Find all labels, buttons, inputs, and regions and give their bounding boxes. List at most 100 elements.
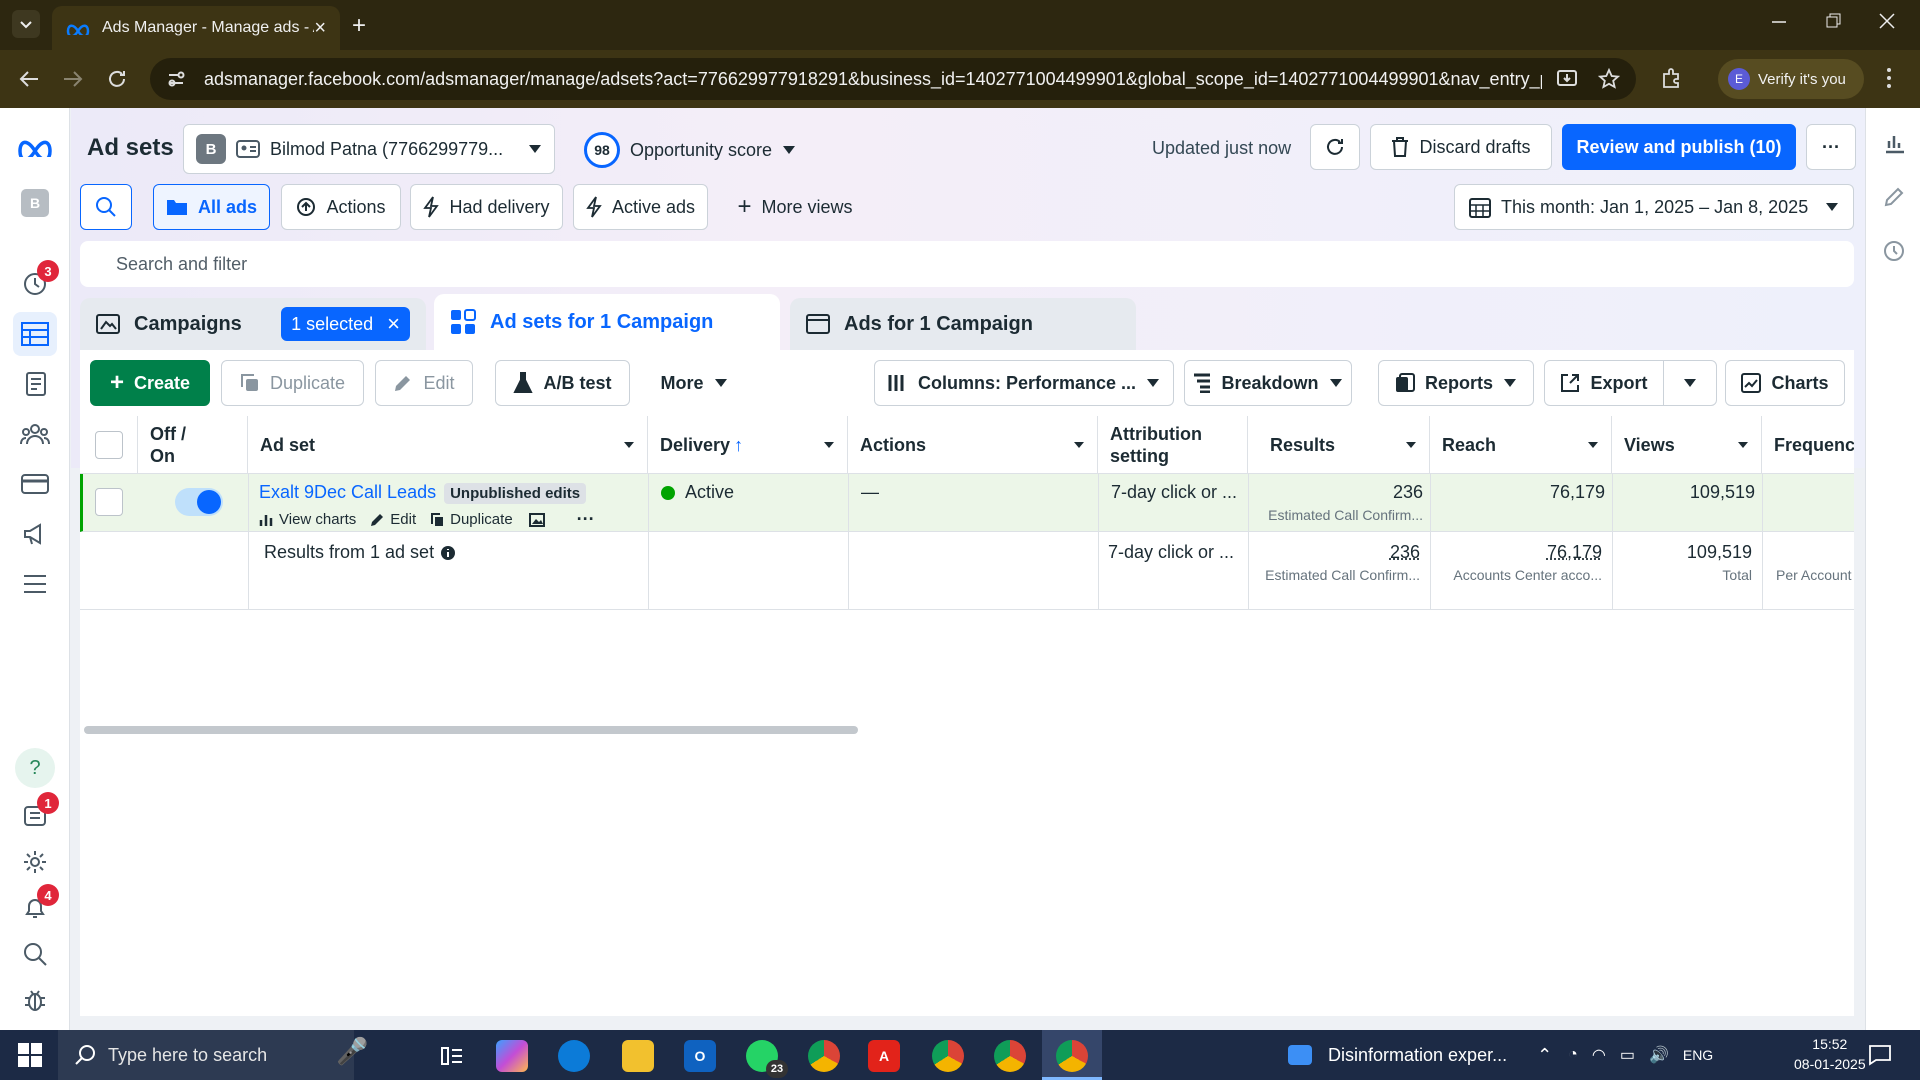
- wifi-icon[interactable]: ◠: [1592, 1045, 1606, 1065]
- campaigns-table-icon[interactable]: [13, 312, 57, 356]
- refresh-button[interactable]: [1310, 124, 1360, 170]
- outlook-icon[interactable]: O: [684, 1040, 716, 1072]
- restore-icon[interactable]: [1824, 12, 1842, 30]
- notifications-bell-icon[interactable]: 4: [13, 884, 59, 930]
- view-active-ads[interactable]: Active ads: [573, 184, 708, 230]
- breakdown-dropdown[interactable]: Breakdown: [1184, 360, 1352, 406]
- header-attribution[interactable]: Attribution setting: [1098, 416, 1248, 474]
- news-widget-icon[interactable]: [1288, 1045, 1312, 1065]
- edit-pencil-icon[interactable]: [1883, 186, 1905, 208]
- chrome-icon[interactable]: [994, 1040, 1026, 1072]
- file-explorer-icon[interactable]: [622, 1040, 654, 1072]
- new-tab-button[interactable]: +: [352, 12, 366, 40]
- charts-button[interactable]: Charts: [1725, 360, 1845, 406]
- network-icon[interactable]: ◔: [1568, 1046, 1578, 1064]
- search-filter-bar[interactable]: Search and filter: [80, 241, 1854, 287]
- meta-logo-icon[interactable]: [13, 124, 57, 168]
- all-tools-menu-icon[interactable]: [13, 562, 57, 606]
- edit-link[interactable]: Edit: [390, 511, 416, 528]
- help-icon[interactable]: ?: [13, 746, 57, 790]
- ad-set-name-link[interactable]: Exalt 9Dec Call Leads: [259, 482, 436, 502]
- whatsapp-icon[interactable]: 23: [746, 1040, 788, 1078]
- taskbar-search[interactable]: Type here to search 🎤: [58, 1030, 368, 1080]
- minimize-icon[interactable]: [1770, 12, 1788, 30]
- tray-overflow-icon[interactable]: ⌃: [1537, 1045, 1552, 1066]
- extensions-icon[interactable]: [1660, 66, 1684, 90]
- chrome-icon[interactable]: [932, 1040, 964, 1072]
- account-overview-icon[interactable]: 3: [13, 260, 59, 306]
- settings-gear-icon[interactable]: [13, 840, 57, 884]
- header-views[interactable]: Views: [1612, 416, 1762, 474]
- more-row-actions[interactable]: ···: [577, 509, 595, 530]
- header-frequency[interactable]: Frequenc: [1762, 416, 1854, 474]
- volume-icon[interactable]: 🔊: [1649, 1045, 1669, 1065]
- address-bar[interactable]: adsmanager.facebook.com/adsmanager/manag…: [150, 58, 1636, 100]
- install-app-icon[interactable]: [1556, 68, 1578, 90]
- header-ad-set[interactable]: Ad set: [248, 416, 648, 474]
- search-button[interactable]: [80, 184, 132, 230]
- info-icon[interactable]: [440, 545, 456, 561]
- acrobat-icon[interactable]: A: [868, 1040, 900, 1072]
- clear-selection-icon[interactable]: ×: [387, 311, 400, 337]
- tab-search-button[interactable]: [12, 10, 40, 38]
- view-actions[interactable]: Actions: [281, 184, 401, 230]
- language-indicator[interactable]: ENG: [1683, 1047, 1713, 1063]
- view-charts-link[interactable]: View charts: [279, 511, 356, 528]
- header-results[interactable]: Results: [1248, 416, 1430, 474]
- ad-set-toggle[interactable]: [175, 488, 223, 516]
- view-had-delivery[interactable]: Had delivery: [410, 184, 563, 230]
- ab-test-button[interactable]: A/B test: [495, 360, 630, 406]
- more-options-button[interactable]: ···: [1806, 124, 1856, 170]
- columns-dropdown[interactable]: Columns: Performance ...: [874, 360, 1174, 406]
- billing-card-icon[interactable]: [13, 462, 57, 506]
- task-view-icon[interactable]: [436, 1040, 468, 1072]
- duplicate-button[interactable]: Duplicate: [221, 360, 364, 406]
- duplicate-link[interactable]: Duplicate: [450, 511, 513, 528]
- create-button[interactable]: + Create: [90, 360, 210, 406]
- header-reach[interactable]: Reach: [1430, 416, 1612, 474]
- browser-menu-icon[interactable]: [1884, 66, 1894, 90]
- image-preview-icon[interactable]: [528, 512, 545, 527]
- tab-ads[interactable]: Ads for 1 Campaign: [790, 298, 1136, 350]
- report-bug-icon[interactable]: [13, 978, 57, 1022]
- tab-campaigns[interactable]: Campaigns 1 selected ×: [80, 298, 426, 350]
- select-all-checkbox[interactable]: [95, 431, 123, 459]
- news-headline[interactable]: Disinformation exper...: [1328, 1045, 1507, 1066]
- performance-chart-icon[interactable]: [1883, 132, 1905, 154]
- edit-button[interactable]: Edit: [375, 360, 473, 406]
- review-and-publish-button[interactable]: Review and publish (10): [1562, 124, 1796, 170]
- header-actions[interactable]: Actions: [848, 416, 1098, 474]
- close-tab-icon[interactable]: ×: [314, 17, 326, 40]
- more-views-button[interactable]: + More views: [722, 184, 868, 230]
- view-all-ads[interactable]: All ads: [153, 184, 270, 230]
- header-off-on[interactable]: Off / On: [138, 416, 248, 474]
- header-delivery[interactable]: Delivery ↑: [648, 416, 848, 474]
- date-range-picker[interactable]: This month: Jan 1, 2025 – Jan 8, 2025: [1454, 184, 1854, 230]
- horizontal-scrollbar[interactable]: [84, 726, 858, 734]
- search-icon[interactable]: [13, 932, 57, 976]
- close-window-icon[interactable]: [1878, 12, 1896, 30]
- more-actions-button[interactable]: More: [646, 360, 742, 406]
- bookmark-star-icon[interactable]: [1598, 68, 1620, 90]
- notes-icon[interactable]: 1: [13, 792, 59, 838]
- chrome-active-icon[interactable]: [1056, 1040, 1088, 1072]
- back-icon[interactable]: [18, 68, 40, 90]
- battery-icon[interactable]: ▭: [1620, 1045, 1635, 1065]
- discard-drafts-button[interactable]: Discard drafts: [1370, 124, 1552, 170]
- windows-start-icon[interactable]: [18, 1043, 42, 1067]
- site-settings-icon[interactable]: [166, 69, 186, 89]
- browser-tab-active[interactable]: Ads Manager - Manage ads - A ×: [52, 6, 340, 50]
- history-clock-icon[interactable]: [1883, 240, 1905, 262]
- ad-account-selector[interactable]: B Bilmod Patna (7766299779...: [183, 124, 555, 174]
- profile-verify-button[interactable]: E Verify it's you: [1718, 59, 1864, 99]
- forward-icon[interactable]: [62, 68, 84, 90]
- export-dropdown[interactable]: [1663, 360, 1717, 406]
- edge-browser-icon[interactable]: [558, 1040, 590, 1072]
- system-clock[interactable]: 15:52 08-01-2025: [1794, 1034, 1866, 1074]
- reports-dropdown[interactable]: Reports: [1378, 360, 1534, 406]
- notification-center-icon[interactable]: [1868, 1044, 1892, 1066]
- selected-chip[interactable]: 1 selected ×: [281, 307, 410, 341]
- table-row[interactable]: Exalt 9Dec Call Leads Unpublished edits V…: [80, 474, 1854, 532]
- tab-ad-sets[interactable]: Ad sets for 1 Campaign: [434, 294, 780, 350]
- catalog-book-icon[interactable]: [13, 362, 57, 406]
